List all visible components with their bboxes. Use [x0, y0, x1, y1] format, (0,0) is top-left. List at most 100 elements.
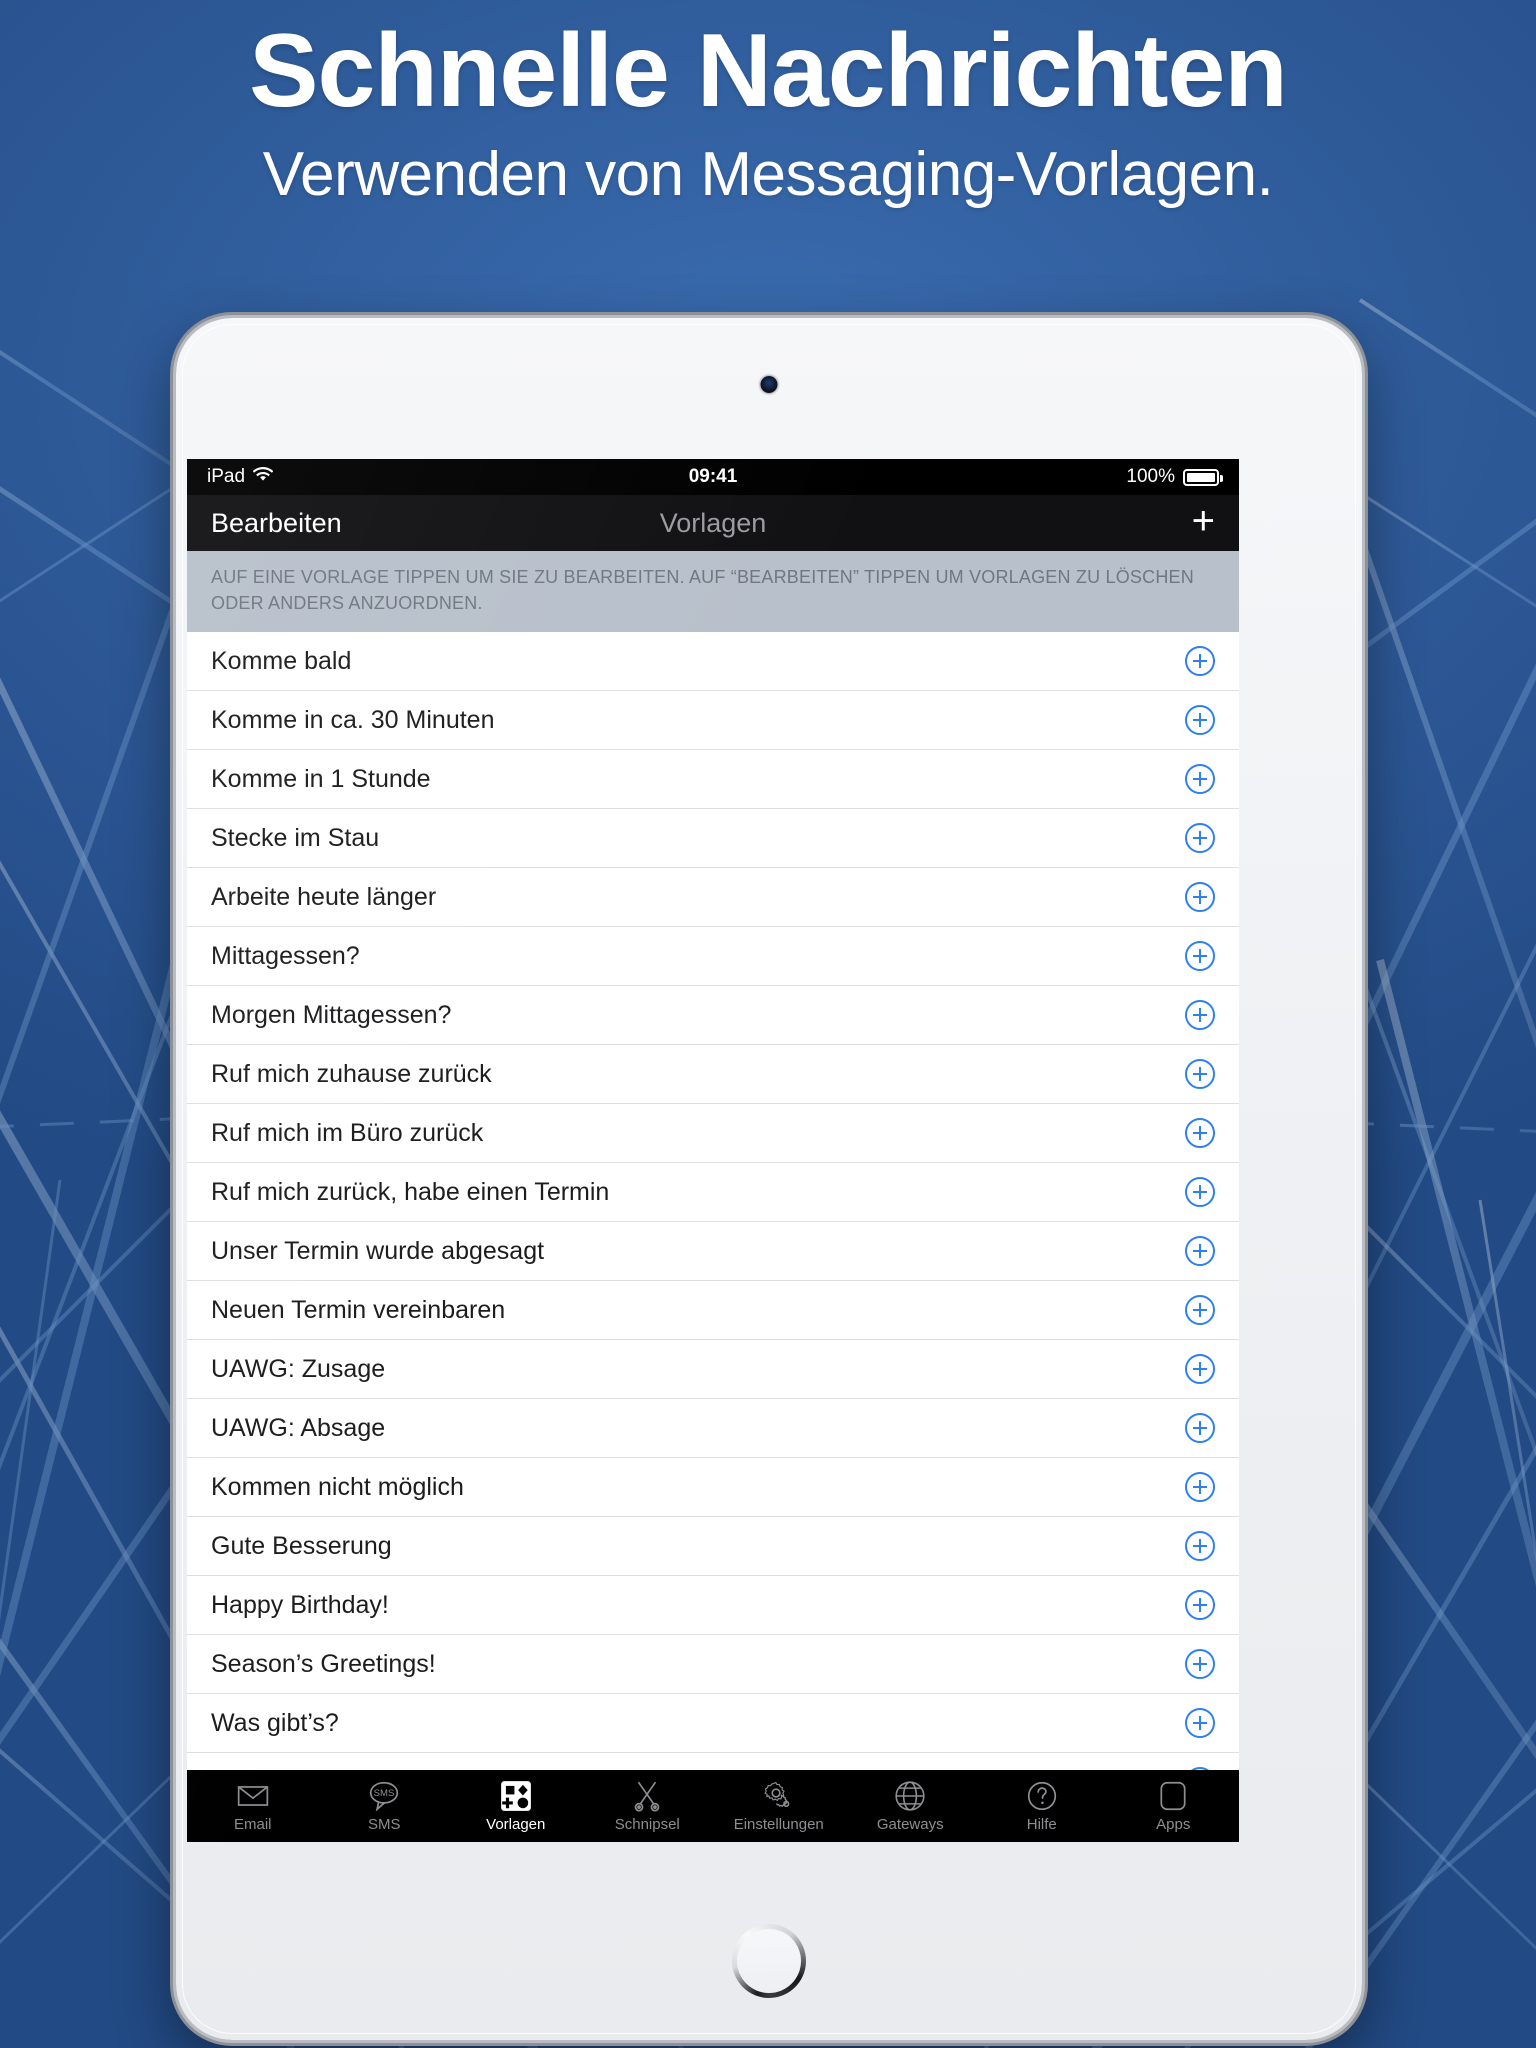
tab-label: Hilfe [1026, 1816, 1057, 1833]
template-row[interactable]: UAWG: Absage [187, 1399, 1239, 1459]
instructions-banner: AUF EINE VORLAGE TIPPEN UM SIE ZU BEARBE… [187, 551, 1239, 633]
template-row[interactable]: Season’s Greetings! [187, 1635, 1239, 1695]
template-label: Season’s Greetings! [211, 1649, 436, 1678]
plus-circle-icon[interactable] [1185, 1590, 1215, 1621]
plus-circle-icon[interactable] [1185, 1000, 1215, 1031]
template-label: Arbeite heute länger [211, 882, 437, 911]
template-row[interactable]: Stecke im Stau [187, 809, 1239, 869]
template-label: Neuen Termin vereinbaren [211, 1295, 506, 1324]
template-label: Mittagessen? [211, 941, 360, 970]
status-bar-time: 09:41 [688, 466, 738, 487]
plus-circle-icon[interactable] [1185, 1472, 1215, 1503]
promo-text-block: Schnelle Nachrichten Verwenden von Messa… [0, 18, 1536, 214]
gears-icon [762, 1779, 796, 1813]
add-template-button[interactable]: + [1192, 501, 1215, 546]
tab-label: Apps [1156, 1816, 1191, 1833]
tab-email[interactable]: Email [187, 1779, 319, 1833]
scissors-icon [630, 1779, 664, 1813]
globe-icon [893, 1779, 927, 1813]
svg-text:SMS: SMS [374, 1788, 395, 1799]
template-label: Komme bald [211, 646, 352, 675]
home-button[interactable] [732, 1924, 806, 1998]
template-row[interactable]: Arbeite heute länger [187, 868, 1239, 928]
template-label: Stecke im Stau [211, 823, 380, 852]
plus-circle-icon[interactable] [1185, 1059, 1215, 1090]
tab-schnipsel[interactable]: Schnipsel [582, 1779, 714, 1833]
plus-circle-icon[interactable] [1185, 1354, 1215, 1385]
template-label: Ruf mich im Büro zurück [211, 1118, 484, 1147]
plus-circle-icon[interactable] [1185, 941, 1215, 972]
plus-circle-icon[interactable] [1185, 764, 1215, 795]
template-row[interactable]: Was gibt’s? [187, 1694, 1239, 1754]
plus-circle-icon[interactable] [1185, 1236, 1215, 1267]
tab-label: Vorlagen [486, 1816, 546, 1833]
template-row[interactable]: Mittagessen? [187, 927, 1239, 987]
template-label: Unser Termin wurde abgesagt [211, 1236, 545, 1265]
tab-label: SMS [367, 1816, 401, 1833]
plus-circle-icon[interactable] [1185, 882, 1215, 913]
template-label: Morgen Mittagessen? [211, 1000, 452, 1029]
plus-circle-icon[interactable] [1185, 823, 1215, 854]
tab-apps[interactable]: Apps [1108, 1779, 1240, 1833]
tab-label: Schnipsel [614, 1816, 680, 1833]
page-title: Vorlagen [659, 507, 767, 538]
template-row[interactable]: Komme bald [187, 632, 1239, 692]
plus-circle-icon[interactable] [1185, 705, 1215, 736]
status-bar: iPad 09:41 100% [187, 459, 1239, 495]
template-label: Was gibt’s? [211, 1708, 339, 1737]
template-row[interactable]: Unser Termin wurde abgesagt [187, 1222, 1239, 1282]
template-row[interactable]: Komme in 1 Stunde [187, 750, 1239, 810]
template-row[interactable]: Neuen Termin vereinbaren [187, 1281, 1239, 1341]
status-bar-right: 100% [1126, 466, 1223, 488]
template-label: UAWG: Zusage [211, 1354, 386, 1383]
plus-circle-icon[interactable] [1185, 1295, 1215, 1326]
plus-circle-icon[interactable] [1185, 1118, 1215, 1149]
tab-sms[interactable]: SMS SMS [319, 1779, 451, 1833]
tab-bar: Email SMS SMS Vorlagen Schnipsel Einstellunge… [187, 1770, 1239, 1842]
template-row[interactable]: Morgen Mittagessen? [187, 986, 1239, 1046]
envelope-icon [236, 1779, 270, 1813]
plus-circle-icon[interactable] [1185, 1649, 1215, 1680]
template-row[interactable]: Ruf mich im Büro zurück [187, 1104, 1239, 1164]
sms-bubble-icon: SMS [367, 1779, 401, 1813]
tab-label: Einstellungen [733, 1816, 824, 1833]
template-row[interactable]: Kommen nicht möglich [187, 1458, 1239, 1518]
ipad-device-frame: iPad 09:41 100% Bearbeiten Vorlagen + AU… [176, 318, 1362, 2040]
plus-circle-icon[interactable] [1185, 1708, 1215, 1739]
plus-circle-icon[interactable] [1185, 646, 1215, 677]
template-label: Komme in ca. 30 Minuten [211, 705, 495, 734]
tab-vorlagen[interactable]: Vorlagen [450, 1779, 582, 1833]
template-row[interactable]: Ruf mich zuhause zurück [187, 1045, 1239, 1105]
tab-label: Email [233, 1816, 272, 1833]
tab-gateways[interactable]: Gateways [845, 1779, 977, 1833]
template-row[interactable]: UAWG: Zusage [187, 1340, 1239, 1400]
plus-circle-icon[interactable] [1185, 1531, 1215, 1562]
template-label: Ruf mich zurück, habe einen Termin [211, 1177, 610, 1206]
template-row[interactable]: Komme in ca. 30 Minuten [187, 691, 1239, 751]
promo-subheadline: Verwenden von Messaging-Vorlagen. [262, 140, 1274, 210]
app-square-icon [1156, 1779, 1190, 1813]
template-row[interactable]: Ruf mich zurück, habe einen Termin [187, 1163, 1239, 1223]
front-camera-icon [760, 376, 778, 393]
template-label: Kommen nicht möglich [211, 1472, 464, 1501]
tab-label: Gateways [876, 1816, 944, 1833]
template-label: Ruf mich zuhause zurück [211, 1059, 492, 1088]
battery-full-icon [1183, 468, 1223, 486]
device-screen: iPad 09:41 100% Bearbeiten Vorlagen + AU… [187, 459, 1239, 1842]
navigation-bar: Bearbeiten Vorlagen + [187, 495, 1239, 551]
templates-list: Komme bald Komme in ca. 30 Minuten Komme i… [187, 632, 1239, 1813]
tab-einstellungen[interactable]: Einstellungen [713, 1779, 845, 1833]
battery-percent-label: 100% [1126, 466, 1175, 487]
promo-headline: Schnelle Nachrichten [249, 13, 1288, 129]
question-circle-icon [1025, 1779, 1059, 1813]
plus-circle-icon[interactable] [1185, 1177, 1215, 1208]
plus-circle-icon[interactable] [1185, 1413, 1215, 1444]
tab-hilfe[interactable]: Hilfe [976, 1779, 1108, 1833]
template-row[interactable]: Gute Besserung [187, 1517, 1239, 1577]
template-label: Gute Besserung [211, 1531, 392, 1560]
template-label: Happy Birthday! [211, 1590, 389, 1619]
template-label: Komme in 1 Stunde [211, 764, 431, 793]
templates-shapes-icon [499, 1779, 533, 1813]
template-row[interactable]: Happy Birthday! [187, 1576, 1239, 1636]
template-label: UAWG: Absage [211, 1413, 386, 1442]
